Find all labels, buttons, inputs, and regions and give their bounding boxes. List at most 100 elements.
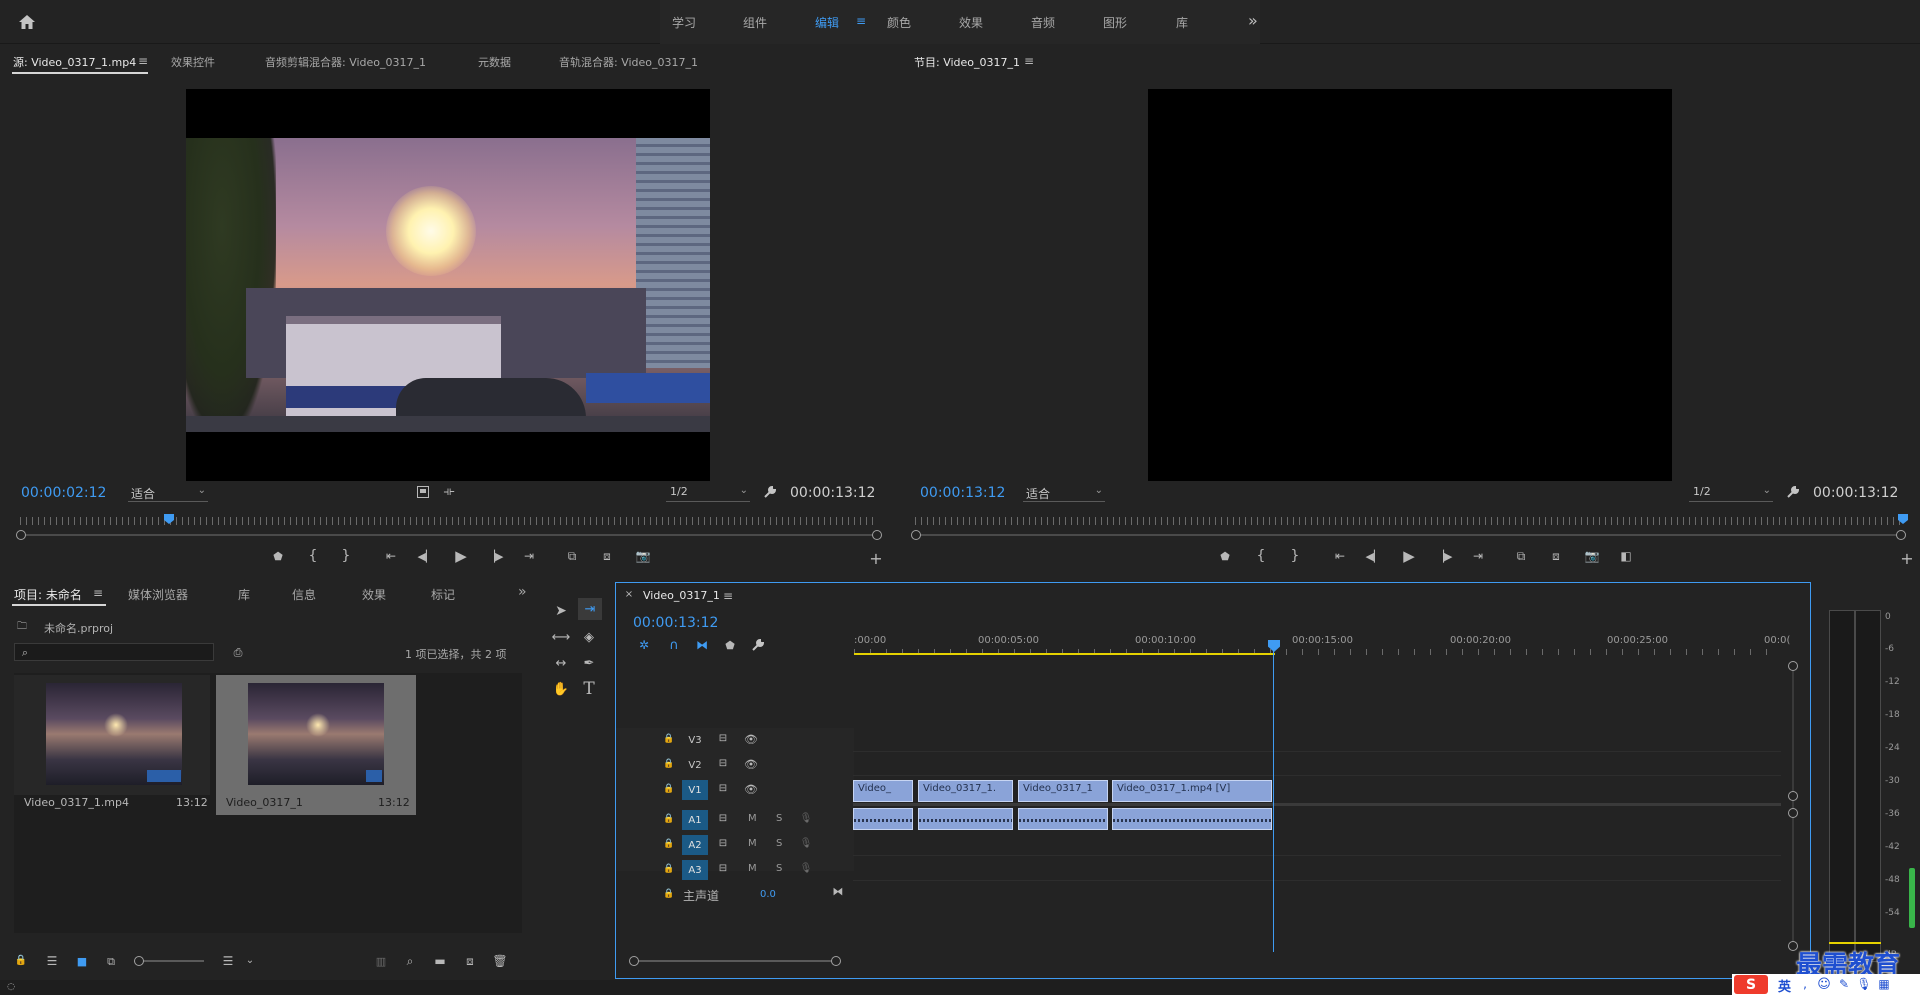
sort-icon[interactable]: ☰ [220,954,236,968]
sync-lock-icon[interactable]: ⊟ [716,732,730,746]
insert-icon[interactable]: ⧉ [563,548,581,564]
panel-menu-icon[interactable]: ≡ [137,54,149,68]
effects-tab[interactable]: 效果 [362,586,386,603]
metadata-tab[interactable]: 元数据 [478,54,511,70]
find-icon[interactable]: ⌕ [402,954,418,968]
lock-icon[interactable]: 🔒 [662,782,676,796]
video-audio-divider[interactable] [853,803,1781,806]
scroll-handle-right[interactable] [1896,530,1906,540]
pen-tool-icon[interactable]: ✒ [578,652,600,674]
comparison-view-icon[interactable]: ◧ [1617,548,1635,564]
add-marker-icon[interactable]: ⬟ [1217,548,1233,564]
workspace-more-button[interactable]: » [1248,11,1258,30]
scroll-handle-left[interactable] [629,956,639,966]
panel-menu-icon[interactable]: ≡ [92,586,104,600]
add-marker-icon[interactable]: ⬟ [270,548,286,564]
source-scrollbar[interactable] [20,534,876,536]
program-tab[interactable]: 节目: Video_0317_1 [914,54,1020,70]
solo-button[interactable]: S [776,863,782,874]
go-to-in-icon[interactable]: ⇤ [1331,548,1349,564]
eye-icon[interactable]: 👁 [744,757,758,771]
play-icon[interactable]: ▶ [1400,547,1418,565]
lock-icon[interactable]: 🔒 [662,812,676,826]
scroll-handle-right[interactable] [872,530,882,540]
vertical-scrollbar[interactable] [1792,666,1794,946]
eye-icon[interactable]: 👁 [744,782,758,796]
audio-clip[interactable] [1018,808,1108,830]
program-resolution-dropdown[interactable]: 1/2 ⌄ [1689,484,1773,502]
master-volume-value[interactable]: 0.0 [760,889,776,900]
program-scrollbar[interactable] [915,534,1900,536]
sequence-tab[interactable]: Video_0317_1 [643,589,720,602]
track-select-tool-icon[interactable]: ⇥ [578,598,602,620]
overwrite-icon[interactable]: ⧈ [598,548,616,564]
home-icon[interactable] [16,12,38,32]
export-frame-icon[interactable]: 📷 [1583,548,1601,564]
timeline-timecode[interactable]: 00:00:13:12 [633,615,718,631]
scroll-handle-left[interactable] [16,530,26,540]
type-tool-icon[interactable]: T [578,678,600,700]
microphone-icon[interactable]: 🎙 [800,812,813,826]
razor-tool-icon[interactable]: ◈ [578,626,600,648]
zoom-slider[interactable] [134,960,204,962]
sogou-icon[interactable]: S [1734,975,1768,994]
search-input[interactable]: ⌕ [14,643,214,661]
track-target-a3[interactable]: A3 [682,860,708,880]
go-to-out-icon[interactable]: ⇥ [520,548,538,564]
linked-selection-icon[interactable]: ⧓ [694,637,710,653]
source-tab[interactable]: 源: Video_0317_1.mp4 [13,54,136,70]
video-clip[interactable]: Video_0317_1 [1018,780,1108,802]
sync-lock-icon[interactable]: ⊟ [716,782,730,796]
zoom-slider-handle[interactable] [134,956,144,966]
scroll-handle-left[interactable] [911,530,921,540]
hand-tool-icon[interactable]: ✋ [550,678,572,700]
wrench-icon[interactable] [1785,484,1801,500]
scroll-handle-middle[interactable] [1788,791,1798,801]
workspace-tab-audio[interactable]: 音频 [1031,14,1055,31]
workspace-tab-effects[interactable]: 效果 [959,14,983,31]
horizontal-scrollbar[interactable] [634,960,836,962]
track-target-v3[interactable]: V3 [682,730,708,750]
lock-icon[interactable]: 🔒 [662,887,676,901]
add-button-icon[interactable]: + [868,551,884,567]
source-fit-dropdown[interactable]: 适合 ⌄ [128,484,208,502]
new-bin-icon[interactable]: ▬ [432,954,448,968]
go-to-in-icon[interactable]: ⇤ [382,548,400,564]
go-to-out-icon[interactable]: ⇥ [1469,548,1487,564]
list-view-icon[interactable]: ☰ [44,954,60,968]
info-tab[interactable]: 信息 [292,586,316,603]
track-target-v2[interactable]: V2 [682,755,708,775]
step-back-icon[interactable]: ◀▏ [1366,548,1383,564]
panel-more-button[interactable]: » [518,584,527,600]
libraries-tab[interactable]: 库 [238,586,250,603]
source-resolution-dropdown[interactable]: 1/2 ⌄ [666,484,750,502]
scroll-handle-right[interactable] [831,956,841,966]
new-item-icon[interactable]: ⧈ [462,954,478,968]
insert-overlay-icon[interactable] [415,484,431,500]
handwriting-icon[interactable]: ✎ [1836,976,1852,992]
export-frame-icon[interactable]: 📷 [634,548,652,564]
lock-icon[interactable]: 🔒 [662,732,676,746]
source-timecode[interactable]: 00:00:02:12 [21,485,106,501]
close-icon[interactable]: × [623,589,635,601]
mute-button[interactable]: M [748,838,757,849]
track-target-a1[interactable]: A1 [682,810,708,830]
workspace-tab-graphics[interactable]: 图形 [1103,14,1127,31]
video-clip[interactable]: Video_0317_1.mp4 [V] [1112,780,1272,802]
add-marker-icon[interactable]: ⬟ [722,637,738,653]
trash-icon[interactable]: 🗑 [492,954,508,968]
workspace-menu-icon[interactable]: ≡ [855,14,867,28]
workspace-tab-color[interactable]: 颜色 [887,14,911,31]
audio-clip[interactable] [853,808,913,830]
panel-menu-icon[interactable]: ≡ [722,589,734,603]
play-icon[interactable]: ▶ [452,547,470,565]
lock-icon[interactable]: 🔒 [662,757,676,771]
sync-lock-icon[interactable]: ⊟ [716,837,730,851]
step-forward-icon[interactable]: ▕▶ [487,548,504,564]
punctuation-icon[interactable]: , [1798,976,1812,992]
mark-in-icon[interactable]: { [1253,548,1269,564]
microphone-icon[interactable]: 🎙 [800,837,813,851]
step-forward-icon[interactable]: ▕▶ [1436,548,1453,564]
audio-clip[interactable] [1112,808,1272,830]
status-icon[interactable]: ◌ [4,981,18,993]
